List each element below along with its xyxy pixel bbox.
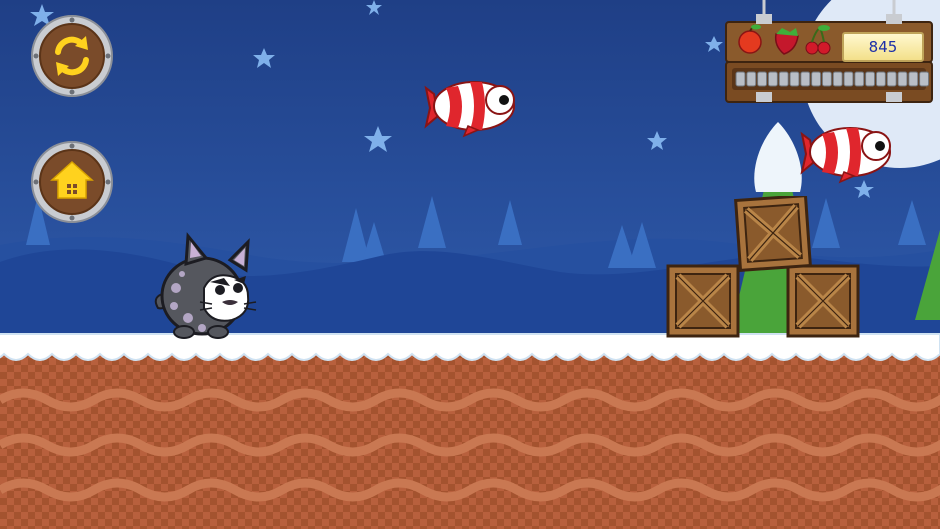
energy-segment: [843, 71, 854, 87]
energy-segment: [757, 71, 768, 87]
energy-segment: [865, 71, 876, 87]
energy-segment: [746, 71, 757, 87]
player-cat: [154, 232, 257, 339]
energy-segment: [778, 71, 789, 87]
energy-segment: [875, 71, 886, 87]
ground: [0, 333, 940, 529]
energy-segment: [854, 71, 865, 87]
crate: [788, 266, 858, 336]
energy-segment: [767, 71, 778, 87]
energy-segment: [735, 71, 746, 87]
energy-segment: [800, 71, 811, 87]
enemy-fish: [424, 81, 515, 138]
energy-segment: [919, 71, 930, 87]
energy-segment: [886, 71, 897, 87]
energy-segment: [908, 71, 919, 87]
hud-board: 845: [724, 0, 934, 110]
energy-bar: [732, 68, 930, 90]
restart-button[interactable]: [30, 14, 114, 98]
energy-segment: [897, 71, 908, 87]
game-scene: 845: [0, 0, 940, 529]
energy-segment: [789, 71, 800, 87]
energy-segment: [821, 71, 832, 87]
crate-stack: [666, 196, 862, 340]
energy-segment: [832, 71, 843, 87]
crate: [736, 196, 811, 270]
score-counter: 845: [842, 32, 924, 62]
enemy-fish: [800, 127, 891, 184]
energy-segment: [811, 71, 822, 87]
home-button[interactable]: [30, 140, 114, 224]
crate: [668, 266, 738, 336]
